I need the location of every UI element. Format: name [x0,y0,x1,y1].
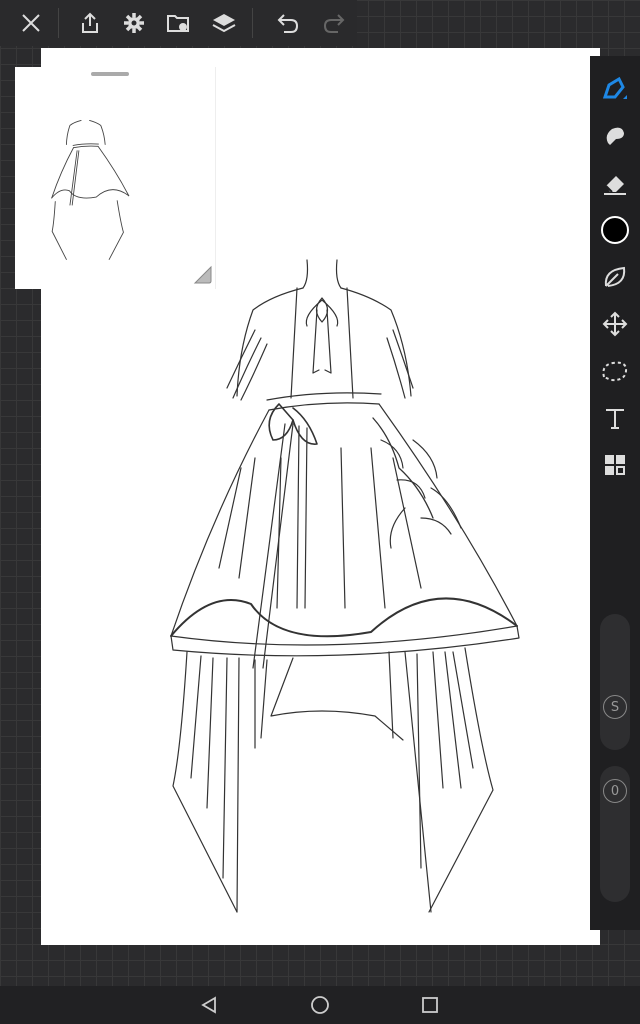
brush-size-slider[interactable]: S [600,614,630,750]
adjustments-tool[interactable] [590,442,640,488]
eraser-tool[interactable] [590,160,640,206]
redo-icon [323,14,345,33]
gear-icon [124,13,144,33]
share-icon [82,12,98,33]
system-nav-bar [0,986,640,1024]
brush-opacity-slider[interactable]: 0 [600,766,630,902]
smudge-icon [606,127,624,145]
opacity-label: 0 [603,779,627,803]
brush-icon [602,76,627,99]
home-icon [311,996,329,1014]
text-tool[interactable] [590,395,640,441]
undo-icon [277,14,299,33]
smudge-tool[interactable] [590,113,640,159]
undo-button[interactable] [266,0,310,46]
share-button[interactable] [68,0,112,46]
eraser-icon [604,176,626,195]
adjustments-icon [605,455,625,475]
selection-tool[interactable] [590,348,640,394]
recents-button[interactable] [410,990,450,1020]
back-icon [201,996,216,1014]
reference-resize-icon[interactable] [191,263,215,287]
tool-bar: S 0 [590,56,640,930]
layers-button[interactable] [202,0,246,46]
recents-icon [422,997,438,1013]
settings-button[interactable] [112,0,156,46]
transform-tool[interactable] [590,301,640,347]
close-icon [22,14,40,32]
close-button[interactable] [9,0,53,46]
color-swatch[interactable] [590,207,640,253]
selection-icon [602,361,628,382]
reference-thumbnail [51,120,130,260]
reference-window[interactable] [15,67,216,289]
gallery-button[interactable] [157,0,201,46]
text-icon [606,409,624,429]
lasso-fill-icon [604,266,626,287]
lasso-fill-tool[interactable] [590,254,640,300]
home-button[interactable] [300,990,340,1020]
back-button[interactable] [189,990,229,1020]
brush-tool[interactable] [590,66,640,112]
top-toolbar [0,0,357,46]
size-label: S [603,695,627,719]
redo-button[interactable] [312,0,356,46]
gallery-icon [167,15,189,32]
layers-icon [212,14,236,33]
transform-icon [602,311,628,337]
